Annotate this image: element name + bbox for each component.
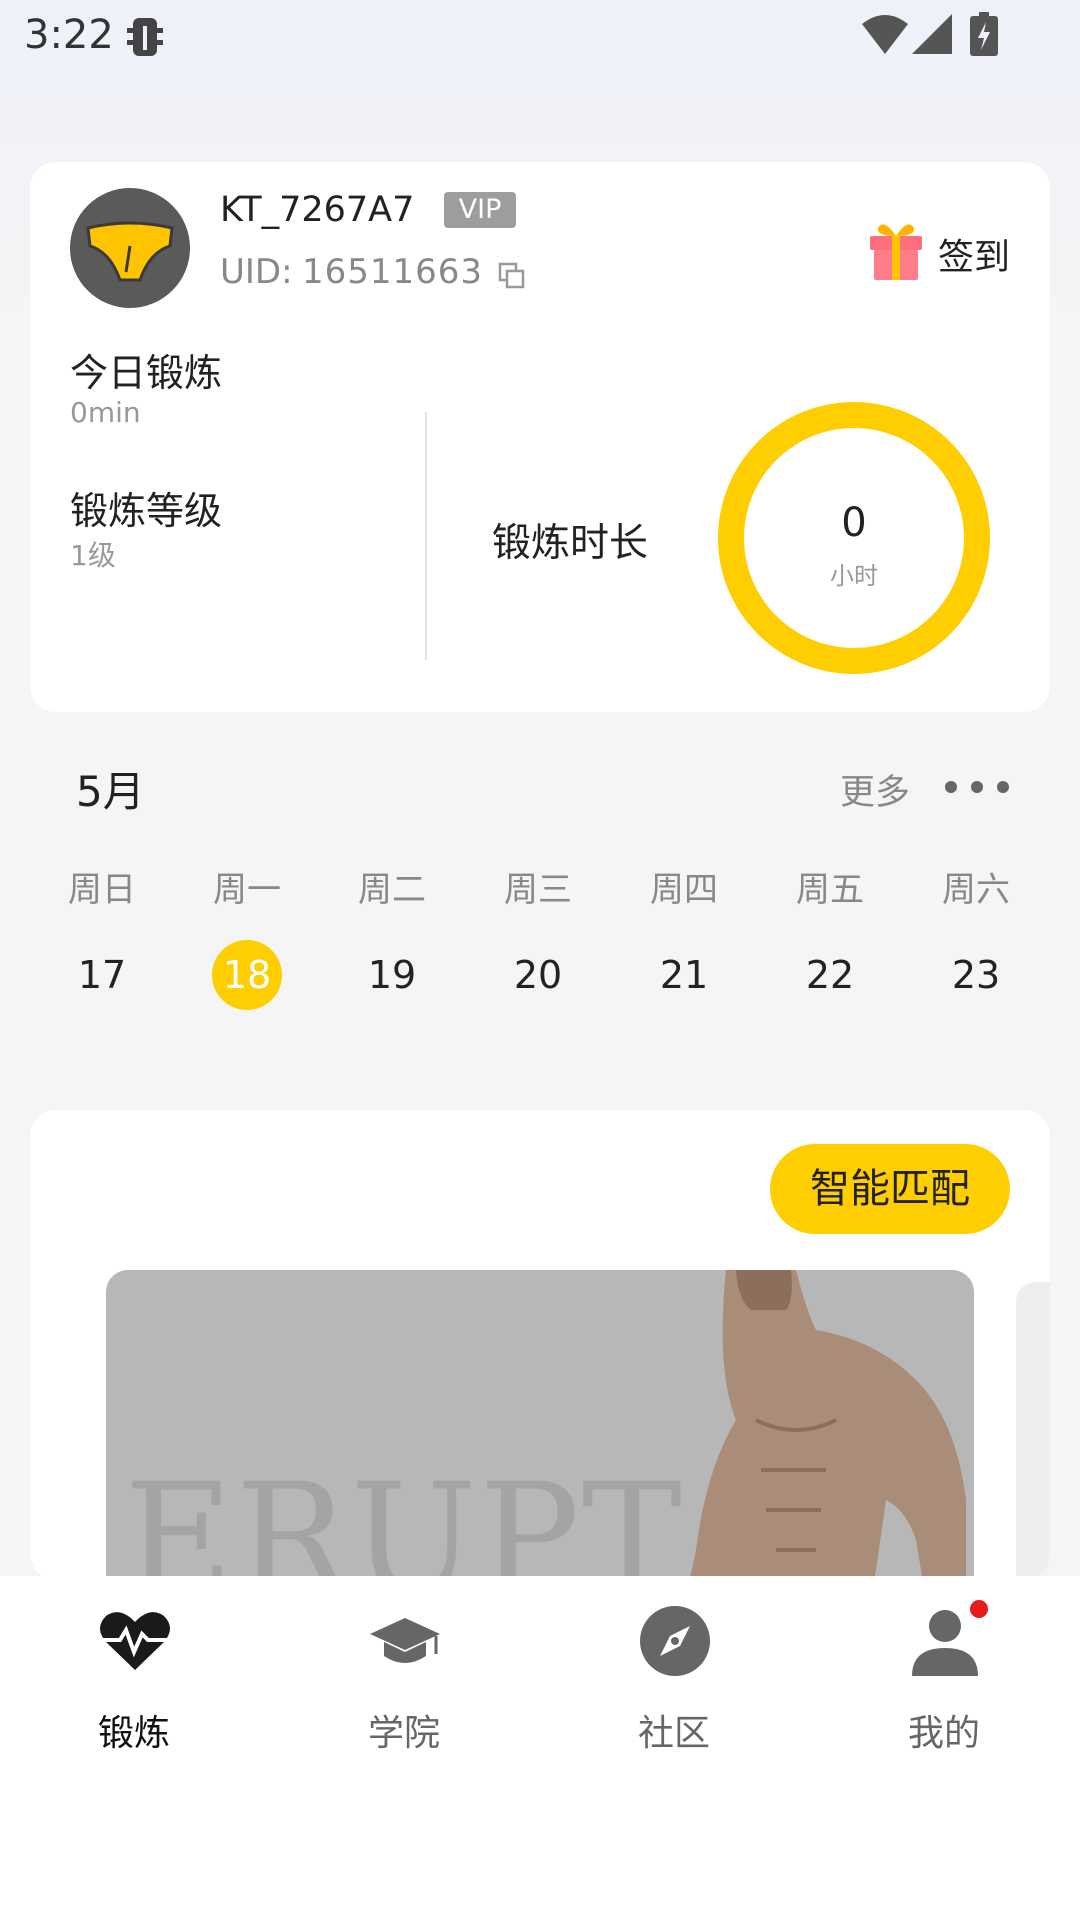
duration-ring: 0 小时 bbox=[718, 402, 990, 674]
copy-icon[interactable] bbox=[498, 262, 526, 290]
bottom-nav: 锻炼 学院 社区 我的 bbox=[0, 1576, 1080, 1920]
nav-item-community[interactable]: 社区 bbox=[574, 1600, 774, 1754]
uid-label: UID: bbox=[220, 252, 293, 292]
weekday-mon: 周一 bbox=[213, 870, 281, 910]
checkin-label: 签到 bbox=[938, 237, 1011, 278]
wifi-icon bbox=[862, 15, 908, 54]
battery-icon bbox=[970, 12, 998, 56]
day-20[interactable]: 20 bbox=[478, 952, 598, 998]
month-label: 5月 bbox=[76, 767, 145, 816]
avatar[interactable] bbox=[70, 188, 190, 308]
weekday-thu: 周四 bbox=[650, 870, 718, 910]
day-18-selected[interactable]: 18 bbox=[212, 940, 282, 1010]
nav-item-me[interactable]: 我的 bbox=[844, 1600, 1044, 1754]
workout-level-value: 1级 bbox=[70, 539, 116, 572]
workout-banner[interactable]: ERUPT bbox=[106, 1270, 974, 1580]
checkin-button[interactable]: 签到 bbox=[866, 216, 1026, 286]
username: KT_7267A7 bbox=[220, 190, 415, 230]
day-21[interactable]: 21 bbox=[624, 952, 744, 998]
workout-card: 智能匹配 ERUPT bbox=[30, 1110, 1050, 1580]
status-bar: 3:22 bbox=[0, 0, 1080, 76]
user-icon bbox=[912, 1610, 978, 1676]
day-23[interactable]: 23 bbox=[916, 952, 1036, 998]
nav-label-community: 社区 bbox=[637, 1713, 710, 1754]
avatar-image bbox=[86, 221, 174, 282]
status-time: 3:22 bbox=[24, 12, 114, 58]
duration-label: 锻炼时长 bbox=[492, 521, 649, 566]
gift-icon bbox=[870, 224, 922, 280]
more-button[interactable]: 更多 bbox=[830, 758, 1020, 814]
day-22[interactable]: 22 bbox=[770, 952, 890, 998]
duration-value: 0 bbox=[841, 500, 867, 546]
banner-text: ERUPT bbox=[124, 1452, 684, 1580]
weekday-fri: 周五 bbox=[796, 870, 864, 910]
day-19[interactable]: 19 bbox=[332, 952, 452, 998]
weekday-sat: 周六 bbox=[942, 870, 1010, 910]
weekday-sun: 周日 bbox=[68, 870, 136, 910]
weekday-wed: 周三 bbox=[504, 870, 572, 910]
next-banner-peek[interactable] bbox=[1016, 1282, 1050, 1580]
more-label: 更多 bbox=[840, 773, 911, 813]
nav-item-workout[interactable]: 锻炼 bbox=[34, 1600, 234, 1754]
smart-match-button[interactable]: 智能匹配 bbox=[770, 1144, 1010, 1234]
duration-unit: 小时 bbox=[830, 562, 878, 590]
workout-level-title: 锻炼等级 bbox=[70, 489, 223, 533]
compass-icon bbox=[640, 1606, 710, 1676]
day-17[interactable]: 17 bbox=[42, 952, 162, 998]
today-workout-value: 0min bbox=[70, 396, 141, 429]
notification-badge bbox=[970, 1600, 988, 1618]
athlete-image bbox=[689, 1270, 966, 1580]
nav-label-me: 我的 bbox=[907, 1713, 980, 1754]
vip-badge: VIP bbox=[444, 192, 516, 228]
stats-divider bbox=[425, 412, 427, 660]
heartbeat-icon bbox=[100, 1612, 170, 1670]
uid-value: 16511663 bbox=[302, 252, 484, 292]
bug-icon bbox=[127, 18, 163, 56]
profile-card: KT_7267A7 VIP UID: 16511663 签到 今日锻炼 0min… bbox=[30, 162, 1050, 712]
signal-icon bbox=[912, 14, 952, 54]
graduation-cap-icon bbox=[370, 1618, 440, 1663]
nav-label-academy: 学院 bbox=[367, 1713, 440, 1754]
today-workout-title: 今日锻炼 bbox=[70, 351, 223, 395]
nav-item-academy[interactable]: 学院 bbox=[304, 1600, 504, 1754]
more-dots-icon bbox=[945, 781, 1009, 793]
nav-label-workout: 锻炼 bbox=[97, 1713, 170, 1754]
weekday-tue: 周二 bbox=[358, 870, 426, 910]
